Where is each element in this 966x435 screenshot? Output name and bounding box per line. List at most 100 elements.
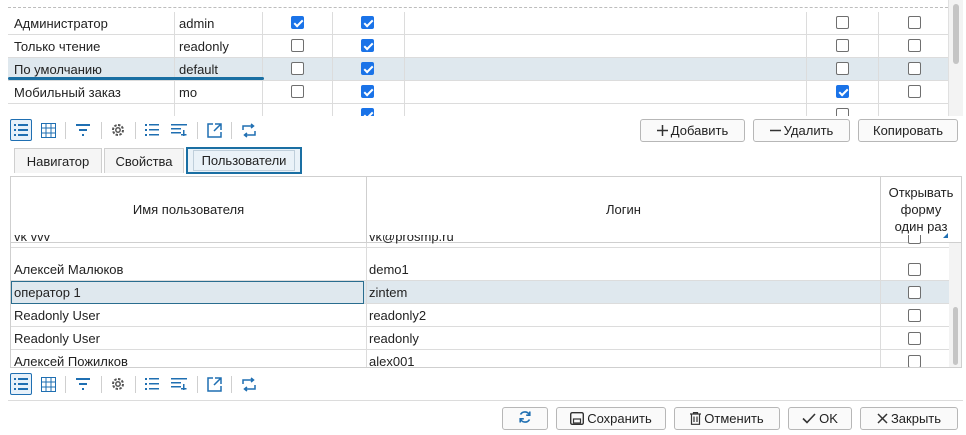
role-checkbox[interactable] xyxy=(836,85,849,98)
column-header-login[interactable]: Логин xyxy=(366,177,880,243)
role-code-cell[interactable] xyxy=(179,104,259,116)
role-checkbox[interactable] xyxy=(836,108,849,116)
cancel-button-label: Отменить xyxy=(704,411,764,426)
scrollbar-thumb[interactable] xyxy=(953,307,958,365)
ordered-list-icon[interactable] xyxy=(141,119,163,141)
user-name-cell[interactable]: vk vvv xyxy=(14,235,354,247)
settings-icon[interactable] xyxy=(107,119,129,141)
role-code-cell[interactable]: admin xyxy=(179,12,259,35)
role-checkbox[interactable] xyxy=(836,16,849,29)
grid-view-icon[interactable] xyxy=(37,373,59,395)
table-row[interactable]: Алексей Малюков demo1 xyxy=(11,258,949,281)
user-name-cell[interactable]: Readonly User xyxy=(14,327,354,350)
roles-grid: Администратор admin Только чтение readon… xyxy=(8,0,963,116)
user-login-cell[interactable]: readonly2 xyxy=(369,304,869,327)
grid-top-dashed-border xyxy=(8,7,963,8)
grid-view-icon[interactable] xyxy=(37,119,59,141)
role-checkbox[interactable] xyxy=(836,39,849,52)
refresh-button[interactable] xyxy=(502,407,548,430)
toolbar-separator xyxy=(197,376,198,393)
export-icon[interactable] xyxy=(203,119,225,141)
swap-icon[interactable] xyxy=(238,119,260,141)
settings-icon[interactable] xyxy=(107,373,129,395)
ordered-list-icon[interactable] xyxy=(141,373,163,395)
role-checkbox[interactable] xyxy=(836,62,849,75)
role-checkbox[interactable] xyxy=(361,62,374,75)
toolbar-separator xyxy=(65,122,66,139)
open-once-checkbox[interactable] xyxy=(908,235,921,244)
column-header-open-once[interactable]: Открывать форму один раз xyxy=(880,177,961,243)
tab-navigator[interactable]: Навигатор xyxy=(14,148,102,173)
role-checkbox[interactable] xyxy=(361,108,374,116)
open-once-checkbox[interactable] xyxy=(908,355,921,367)
export-icon[interactable] xyxy=(203,373,225,395)
copy-button[interactable]: Копировать xyxy=(858,119,958,142)
list-view-icon[interactable] xyxy=(10,373,32,395)
role-name-cell[interactable]: Мобильный заказ xyxy=(14,81,174,104)
open-once-checkbox[interactable] xyxy=(908,309,921,322)
scrollbar-thumb[interactable] xyxy=(953,4,959,64)
column-header-name[interactable]: Имя пользователя xyxy=(11,177,366,243)
role-code-cell[interactable]: mo xyxy=(179,81,259,104)
table-row[interactable]: vk vvv vk@prosmp.ru xyxy=(11,235,949,248)
save-button-label: Сохранить xyxy=(587,411,652,426)
plus-icon xyxy=(656,125,668,136)
table-row[interactable] xyxy=(8,104,948,116)
close-icon xyxy=(877,413,888,424)
close-button-label: Закрыть xyxy=(890,411,942,426)
role-checkbox[interactable] xyxy=(291,39,304,52)
user-login-cell[interactable]: demo1 xyxy=(369,258,869,281)
table-row[interactable]: Алексей Пожилков alex001 xyxy=(11,350,949,367)
list-view-icon[interactable] xyxy=(10,119,32,141)
cancel-button[interactable]: Отменить xyxy=(674,407,780,430)
user-login-cell[interactable]: zintem xyxy=(369,281,869,304)
role-checkbox[interactable] xyxy=(908,62,921,75)
role-checkbox[interactable] xyxy=(361,85,374,98)
role-name-cell[interactable]: Администратор xyxy=(14,12,174,35)
group-list-icon[interactable] xyxy=(168,119,190,141)
role-checkbox[interactable] xyxy=(291,16,304,29)
table-row[interactable]: Readonly User readonly2 xyxy=(11,304,949,327)
role-checkbox[interactable] xyxy=(908,85,921,98)
tab-properties[interactable]: Свойства xyxy=(104,148,184,173)
table-row[interactable]: Только чтение readonly xyxy=(8,35,948,58)
user-login-cell[interactable]: alex001 xyxy=(369,350,869,367)
tab-users[interactable]: Пользователи xyxy=(186,147,302,174)
check-icon xyxy=(802,413,816,424)
open-once-checkbox[interactable] xyxy=(908,332,921,345)
vertical-scrollbar[interactable] xyxy=(949,243,961,367)
role-checkbox[interactable] xyxy=(291,85,304,98)
ok-button[interactable]: OK xyxy=(788,407,852,430)
group-list-icon[interactable] xyxy=(168,373,190,395)
role-checkbox[interactable] xyxy=(908,39,921,52)
user-name-cell[interactable]: Алексей Малюков xyxy=(14,258,354,281)
add-button[interactable]: Добавить xyxy=(640,119,745,142)
filter-icon[interactable] xyxy=(72,119,94,141)
table-row[interactable]: Мобильный заказ mo xyxy=(8,81,948,104)
delete-button[interactable]: Удалить xyxy=(753,119,850,142)
role-checkbox[interactable] xyxy=(291,62,304,75)
toolbar-separator xyxy=(135,122,136,139)
role-checkbox[interactable] xyxy=(361,39,374,52)
role-code-cell[interactable]: readonly xyxy=(179,35,259,58)
vertical-scrollbar[interactable] xyxy=(948,0,963,116)
table-row[interactable]: Администратор admin xyxy=(8,12,948,35)
table-row[interactable]: Readonly User readonly xyxy=(11,327,949,350)
user-name-cell[interactable]: Readonly User xyxy=(14,304,354,327)
open-once-checkbox[interactable] xyxy=(908,286,921,299)
user-login-cell[interactable]: vk@prosmp.ru xyxy=(369,235,869,247)
role-name-cell[interactable]: Только чтение xyxy=(14,35,174,58)
swap-icon[interactable] xyxy=(238,373,260,395)
open-once-checkbox[interactable] xyxy=(908,263,921,276)
filter-icon[interactable] xyxy=(72,373,94,395)
toolbar-separator xyxy=(231,376,232,393)
save-button[interactable]: Сохранить xyxy=(556,407,666,430)
role-checkbox[interactable] xyxy=(361,16,374,29)
role-checkbox[interactable] xyxy=(908,16,921,29)
user-login-cell[interactable]: readonly xyxy=(369,327,869,350)
toolbar-separator xyxy=(101,122,102,139)
close-button[interactable]: Закрыть xyxy=(860,407,958,430)
role-name-cell[interactable] xyxy=(14,104,174,116)
add-button-label: Добавить xyxy=(670,123,729,138)
user-name-cell[interactable]: Алексей Пожилков xyxy=(14,350,354,367)
